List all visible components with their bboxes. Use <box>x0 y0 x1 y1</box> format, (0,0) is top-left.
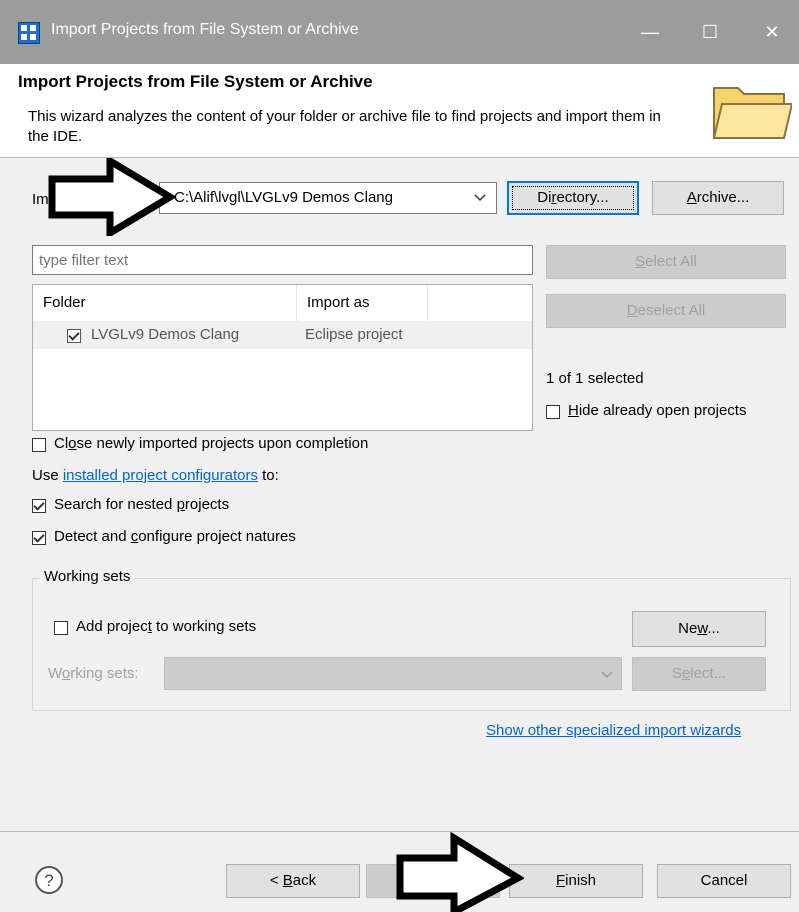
column-header-folder[interactable]: Folder <box>33 285 297 321</box>
finish-button[interactable]: Finish <box>509 864 643 898</box>
app-icon <box>18 22 40 44</box>
source-label: Im <box>32 191 49 208</box>
working-sets-legend: Working sets <box>40 568 135 585</box>
hide-open-projects-checkbox[interactable] <box>546 405 560 419</box>
working-sets-combo[interactable] <box>164 657 622 690</box>
other-wizards-link[interactable]: Show other specialized import wizards <box>486 722 741 739</box>
detect-natures-checkbox[interactable] <box>32 531 46 545</box>
row-folder: LVGLv9 Demos Clang <box>91 326 240 343</box>
help-icon[interactable]: ? <box>34 865 64 895</box>
source-path-combo[interactable]: C:\Alif\lvgl\LVGLv9 Demos Clang <box>159 182 497 214</box>
chevron-down-icon <box>474 194 486 202</box>
search-nested-checkbox[interactable] <box>32 499 46 513</box>
new-working-set-button[interactable]: New... <box>632 611 766 647</box>
selection-count: 1 of 1 selected <box>546 370 644 387</box>
close-button[interactable]: ✕ <box>748 14 796 50</box>
window-title: Import Projects from File System or Arch… <box>51 21 359 38</box>
column-header-import-as[interactable]: Import as <box>297 285 428 321</box>
hide-open-projects-label: Hide already open projects <box>568 402 747 419</box>
close-projects-checkbox[interactable] <box>32 438 46 452</box>
row-import-as: Eclipse project <box>305 326 403 343</box>
add-to-working-sets-label: Add project to working sets <box>76 618 257 635</box>
arrow-pointer-icon <box>396 832 524 912</box>
archive-button[interactable]: Archive... <box>652 181 784 215</box>
select-working-sets-button[interactable]: Select... <box>632 657 766 691</box>
row-checkbox[interactable] <box>67 329 81 343</box>
configurators-text: Use installed project configurators to: <box>32 467 279 484</box>
minimize-button[interactable]: — <box>626 14 674 50</box>
close-projects-label: Close newly imported projects upon compl… <box>54 435 369 452</box>
select-all-button[interactable]: Select All <box>546 245 786 279</box>
back-button[interactable]: < Back <box>226 864 360 898</box>
wizard-title: Import Projects from File System or Arch… <box>18 72 373 91</box>
configurators-link[interactable]: installed project configurators <box>63 467 258 484</box>
wizard-header: Import Projects from File System or Arch… <box>0 64 799 158</box>
maximize-button[interactable]: ☐ <box>686 14 734 50</box>
add-to-working-sets-checkbox[interactable] <box>54 621 68 635</box>
wizard-description: This wizard analyzes the content of your… <box>28 108 661 145</box>
deselect-all-button[interactable]: Deselect All <box>546 294 786 328</box>
working-sets-label: Working sets: <box>48 665 139 682</box>
detect-natures-label: Detect and configure project natures <box>54 528 296 545</box>
folder-icon <box>712 87 792 139</box>
chevron-down-icon <box>601 671 613 679</box>
source-path-value: C:\Alif\lvgl\LVGLv9 Demos Clang <box>174 189 393 206</box>
svg-text:?: ? <box>44 871 53 890</box>
table-row[interactable]: LVGLv9 Demos Clang Eclipse project <box>33 321 532 349</box>
projects-table[interactable]: Folder Import as LVGLv9 Demos Clang Ecli… <box>32 284 533 431</box>
cancel-button[interactable]: Cancel <box>657 864 791 898</box>
filter-input[interactable] <box>32 245 533 275</box>
search-nested-label: Search for nested projects <box>54 496 230 513</box>
title-bar: Import Projects from File System or Arch… <box>0 0 799 64</box>
directory-button[interactable]: Directory... <box>507 181 639 215</box>
arrow-pointer-icon <box>48 158 176 236</box>
